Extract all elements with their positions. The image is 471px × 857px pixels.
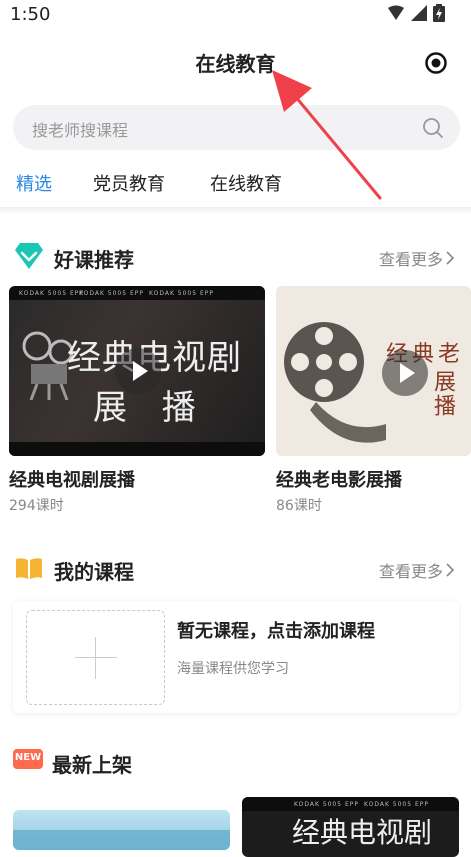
latest-course-thumbnail[interactable]: KODAK 5005 EPP KODAK 5005 EPP 经典电视剧 <box>242 797 459 857</box>
play-button[interactable] <box>115 348 161 394</box>
thumbnail-subtitle: 展播 <box>430 370 455 418</box>
film-label: KODAK 5005 EPP <box>19 290 84 297</box>
my-courses-card[interactable]: 暂无课程，点击添加课程 海量课程供您学习 <box>13 601 459 713</box>
course-lessons: 294课时 <box>9 498 64 514</box>
search-input[interactable]: 搜老师搜课程 <box>13 105 460 150</box>
new-badge-icon: NEW <box>13 749 43 769</box>
tab-party-education[interactable]: 党员教育 <box>93 170 165 196</box>
search-icon[interactable] <box>422 117 444 139</box>
battery-icon <box>433 4 445 22</box>
play-button[interactable] <box>382 350 428 396</box>
more-label: 查看更多 <box>379 562 444 581</box>
course-title[interactable]: 经典电视剧展播 <box>9 466 135 492</box>
section-title-recommended: 好课推荐 <box>54 248 134 272</box>
new-badge-label: NEW <box>14 752 42 763</box>
chevron-right-icon <box>446 563 455 577</box>
annotation-arrow <box>272 70 382 200</box>
plus-icon <box>75 657 117 658</box>
film-strip <box>9 442 265 456</box>
section-title-my-courses: 我的课程 <box>54 560 134 584</box>
record-button[interactable] <box>424 51 448 75</box>
status-icons <box>387 4 445 22</box>
play-icon <box>133 361 148 381</box>
film-strip: KODAK 5005 EPP KODAK 5005 EPP KODAK 5005… <box>9 286 265 300</box>
tab-featured[interactable]: 精选 <box>16 170 52 196</box>
play-icon <box>400 363 415 383</box>
add-course-button[interactable] <box>26 610 165 705</box>
empty-state-subtitle: 海量课程供您学习 <box>177 661 289 677</box>
film-reel-icon <box>284 322 386 443</box>
signal-icon <box>388 5 404 20</box>
course-thumbnail[interactable]: 经典老 展播 <box>276 286 471 456</box>
tabs-divider <box>0 207 471 213</box>
course-lessons: 86课时 <box>276 498 322 514</box>
cellular-icon <box>411 5 427 21</box>
search-placeholder: 搜老师搜课程 <box>32 121 129 140</box>
film-strip: KODAK 5005 EPP KODAK 5005 EPP <box>242 797 459 811</box>
recommended-more-link[interactable]: 查看更多 <box>379 246 455 270</box>
course-title[interactable]: 经典老电影展播 <box>276 466 402 492</box>
section-title-latest: 最新上架 <box>52 753 132 777</box>
my-courses-more-link[interactable]: 查看更多 <box>379 558 455 582</box>
film-label: KODAK 5005 EPP <box>294 801 359 808</box>
film-label: KODAK 5005 EPP <box>149 290 214 297</box>
diamond-icon <box>15 243 43 269</box>
record-icon <box>425 52 447 74</box>
book-icon <box>16 558 42 579</box>
latest-course-thumbnail[interactable] <box>13 810 230 850</box>
empty-state-title: 暂无课程，点击添加课程 <box>177 621 375 642</box>
film-label: KODAK 5005 EPP <box>79 290 144 297</box>
thumbnail-title: 经典电视剧 <box>292 816 433 849</box>
page-title: 在线教育 <box>195 52 276 76</box>
course-thumbnail[interactable]: KODAK 5005 EPP KODAK 5005 EPP KODAK 5005… <box>9 286 265 456</box>
film-label: KODAK 5005 EPP <box>364 801 429 808</box>
chevron-right-icon <box>446 251 455 265</box>
more-label: 查看更多 <box>379 250 444 269</box>
status-time: 1:50 <box>10 4 51 25</box>
